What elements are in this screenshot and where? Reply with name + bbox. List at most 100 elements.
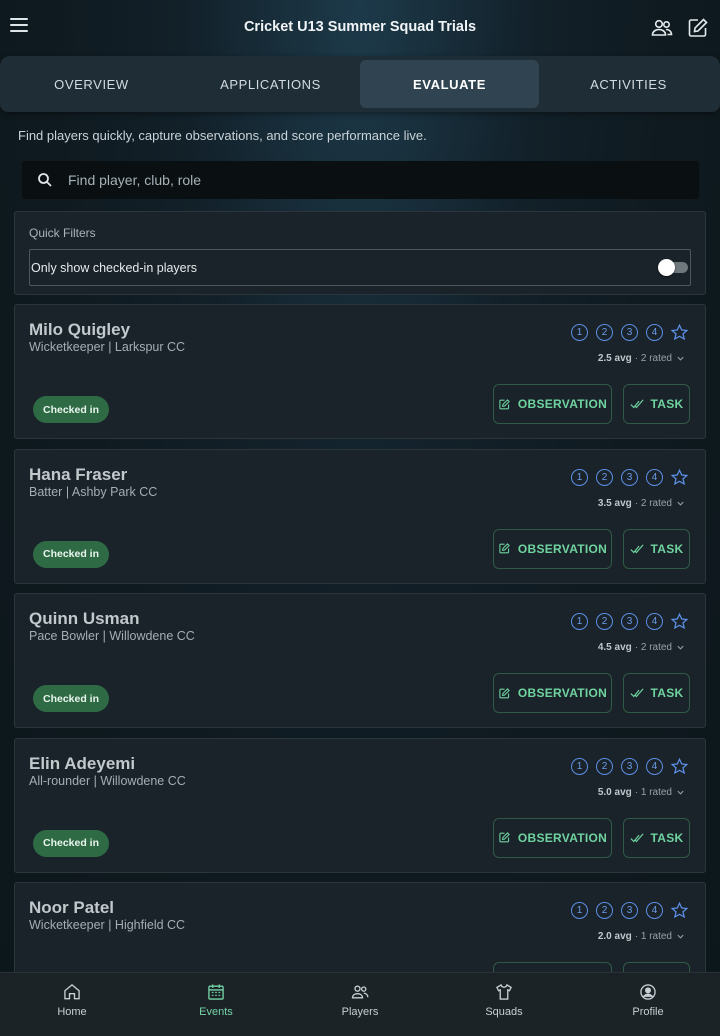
average-score: 2.5 avg <box>597 353 632 364</box>
rating-option-2[interactable]: 2 <box>596 757 613 775</box>
observation-button-label: OBSERVATION <box>517 397 608 411</box>
chevron-down-icon[interactable] <box>676 643 685 652</box>
player-card[interactable]: Milo Quigley Wicketkeeper | Larkspur CC … <box>14 304 706 439</box>
task-button-label: TASK <box>650 397 684 411</box>
tab-bar: OVERVIEW APPLICATIONS EVALUATE ACTIVITIE… <box>0 56 720 112</box>
average-score: 3.5 avg <box>597 497 632 509</box>
checked-in-filter-row[interactable]: Only show checked-in players <box>29 249 691 286</box>
rating-option-1[interactable]: 1 <box>571 902 588 919</box>
nav-profile[interactable]: Profile <box>576 973 720 1036</box>
nav-squads-label: Squads <box>485 1006 523 1018</box>
people-icon[interactable] <box>650 16 674 40</box>
rating-option-3[interactable]: 3 <box>621 757 638 775</box>
task-button[interactable]: TASK <box>623 817 690 858</box>
rating-option-2[interactable]: 2 <box>596 468 613 486</box>
player-name: Milo Quigley <box>29 320 131 339</box>
player-name: Hana Fraser <box>29 464 128 484</box>
observation-button[interactable]: OBSERVATION <box>493 528 612 569</box>
nav-squads[interactable]: Squads <box>432 973 576 1036</box>
edit-icon[interactable] <box>686 16 710 40</box>
observation-button-label: OBSERVATION <box>517 830 608 845</box>
rating-option-4[interactable]: 4 <box>646 324 663 341</box>
chevron-down-icon[interactable] <box>676 932 685 941</box>
tab-evaluate[interactable]: EVALUATE <box>360 60 539 108</box>
note-edit-icon <box>499 543 510 554</box>
rating-option-1[interactable]: 1 <box>571 757 588 775</box>
favorite-star-icon[interactable] <box>670 612 689 631</box>
task-button[interactable]: TASK <box>623 384 690 424</box>
rating-summary[interactable]: 2.5 avg · 2 rated <box>598 353 685 364</box>
search-input[interactable] <box>68 172 668 188</box>
intro-text: Find players quickly, capture observatio… <box>18 128 427 143</box>
rating-option-1[interactable]: 1 <box>571 324 588 341</box>
rating-option-4[interactable]: 4 <box>646 902 663 919</box>
observation-button[interactable]: OBSERVATION <box>493 817 612 858</box>
quick-filters-title: Quick Filters <box>29 226 96 240</box>
rating-option-3[interactable]: 3 <box>621 902 638 919</box>
player-role: Pace Bowler | Willowdene CC <box>29 629 195 643</box>
tab-applications[interactable]: APPLICATIONS <box>181 60 360 108</box>
player-role: Batter | Ashby Park CC <box>29 484 158 499</box>
observation-button[interactable]: OBSERVATION <box>493 962 612 972</box>
rated-count: · 2 rated <box>634 642 672 653</box>
calendar-icon <box>208 984 224 1000</box>
note-edit-icon <box>499 398 510 409</box>
rating-summary[interactable]: 2.0 avg · 1 rated <box>598 931 685 942</box>
tab-overview[interactable]: OVERVIEW <box>2 60 181 108</box>
tab-activities[interactable]: ACTIVITIES <box>539 60 718 108</box>
rating-option-4[interactable]: 4 <box>646 468 663 486</box>
rating-option-4[interactable]: 4 <box>646 613 663 630</box>
checked-in-toggle[interactable] <box>658 259 690 276</box>
favorite-star-icon[interactable] <box>670 901 689 920</box>
checked-in-filter-label: Only show checked-in players <box>31 260 198 275</box>
task-button[interactable]: TASK <box>623 673 690 713</box>
rating-option-1[interactable]: 1 <box>571 613 588 630</box>
player-card[interactable]: Quinn Usman Pace Bowler | Willowdene CC … <box>14 593 706 728</box>
rating-option-2[interactable]: 2 <box>596 613 613 630</box>
chevron-down-icon[interactable] <box>676 788 685 797</box>
rating-option-4[interactable]: 4 <box>646 757 663 775</box>
shirt-icon <box>496 983 512 1000</box>
rating-summary[interactable]: 5.0 avg · 1 rated <box>598 787 685 798</box>
player-name: Quinn Usman <box>29 609 140 628</box>
nav-home[interactable]: Home <box>0 973 144 1036</box>
rating-option-3[interactable]: 3 <box>621 468 638 486</box>
rating-option-3[interactable]: 3 <box>621 613 638 630</box>
chevron-down-icon[interactable] <box>676 499 685 508</box>
task-button[interactable]: TASK <box>623 962 690 972</box>
rating-option-2[interactable]: 2 <box>596 902 613 919</box>
task-button[interactable]: TASK <box>623 528 690 569</box>
favorite-star-icon[interactable] <box>670 757 689 776</box>
player-card[interactable]: Elin Adeyemi All-rounder | Willowdene CC… <box>14 737 706 873</box>
rating-option-2[interactable]: 2 <box>596 324 613 341</box>
favorite-star-icon[interactable] <box>670 323 689 342</box>
chevron-down-icon[interactable] <box>676 354 685 363</box>
observation-button-label: OBSERVATION <box>517 686 608 700</box>
observation-button[interactable]: OBSERVATION <box>493 384 612 424</box>
players-icon <box>351 985 369 999</box>
rating-summary[interactable]: 3.5 avg · 2 rated <box>598 498 685 509</box>
nav-home-label: Home <box>57 1006 87 1018</box>
observation-button-label: OBSERVATION <box>517 541 608 556</box>
rating-selector: 1234 <box>563 323 689 342</box>
nav-events[interactable]: Events <box>144 973 288 1036</box>
favorite-star-icon[interactable] <box>670 468 689 487</box>
status-badge: Checked in <box>33 829 110 857</box>
rating-option-3[interactable]: 3 <box>621 324 638 341</box>
observation-button[interactable]: OBSERVATION <box>493 673 612 713</box>
rating-option-1[interactable]: 1 <box>571 468 588 486</box>
rating-summary[interactable]: 4.5 avg · 2 rated <box>598 642 685 653</box>
player-name: Elin Adeyemi <box>29 753 136 773</box>
player-list: Milo Quigley Wicketkeeper | Larkspur CC … <box>14 304 706 972</box>
average-score: 2.0 avg <box>597 931 632 942</box>
task-button-label: TASK <box>650 541 684 556</box>
rated-count: · 1 rated <box>634 931 672 942</box>
double-check-icon <box>629 688 644 698</box>
nav-players[interactable]: Players <box>288 973 432 1036</box>
task-button-label: TASK <box>650 686 684 700</box>
double-check-icon <box>629 399 644 409</box>
player-card[interactable]: Noor Patel Wicketkeeper | Highfield CC 1… <box>14 882 706 972</box>
player-card[interactable]: Hana Fraser Batter | Ashby Park CC 1234 … <box>14 448 706 584</box>
player-role: All-rounder | Willowdene CC <box>29 773 186 788</box>
nav-players-label: Players <box>341 1006 379 1018</box>
